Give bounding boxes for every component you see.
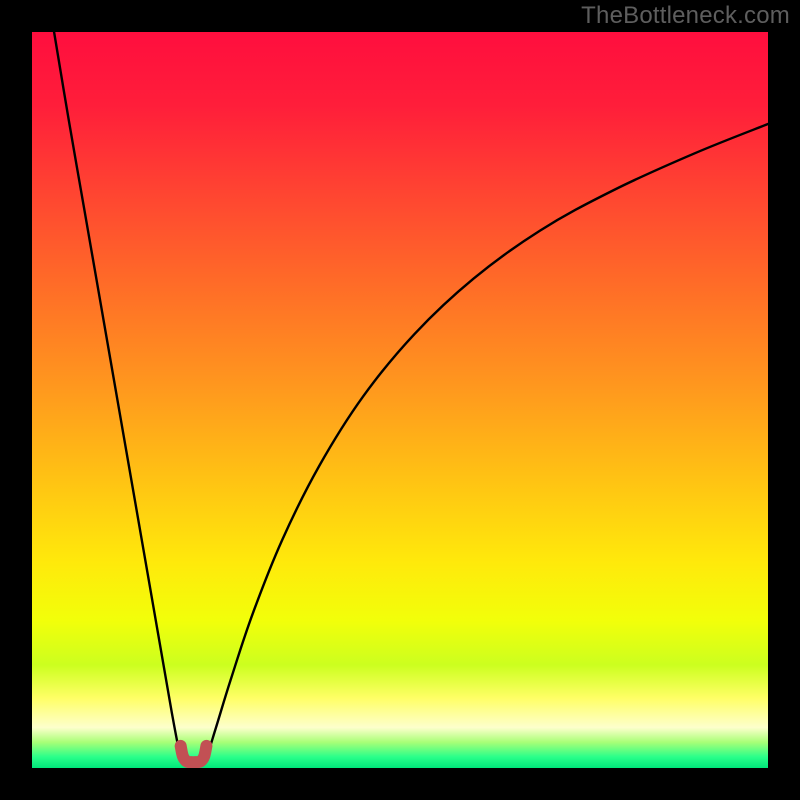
attribution-text: TheBottleneck.com <box>581 2 790 30</box>
chart-svg <box>32 32 768 768</box>
chart-plot-area <box>32 32 768 768</box>
outer-frame: TheBottleneck.com <box>0 0 800 800</box>
gradient-background <box>32 32 768 768</box>
